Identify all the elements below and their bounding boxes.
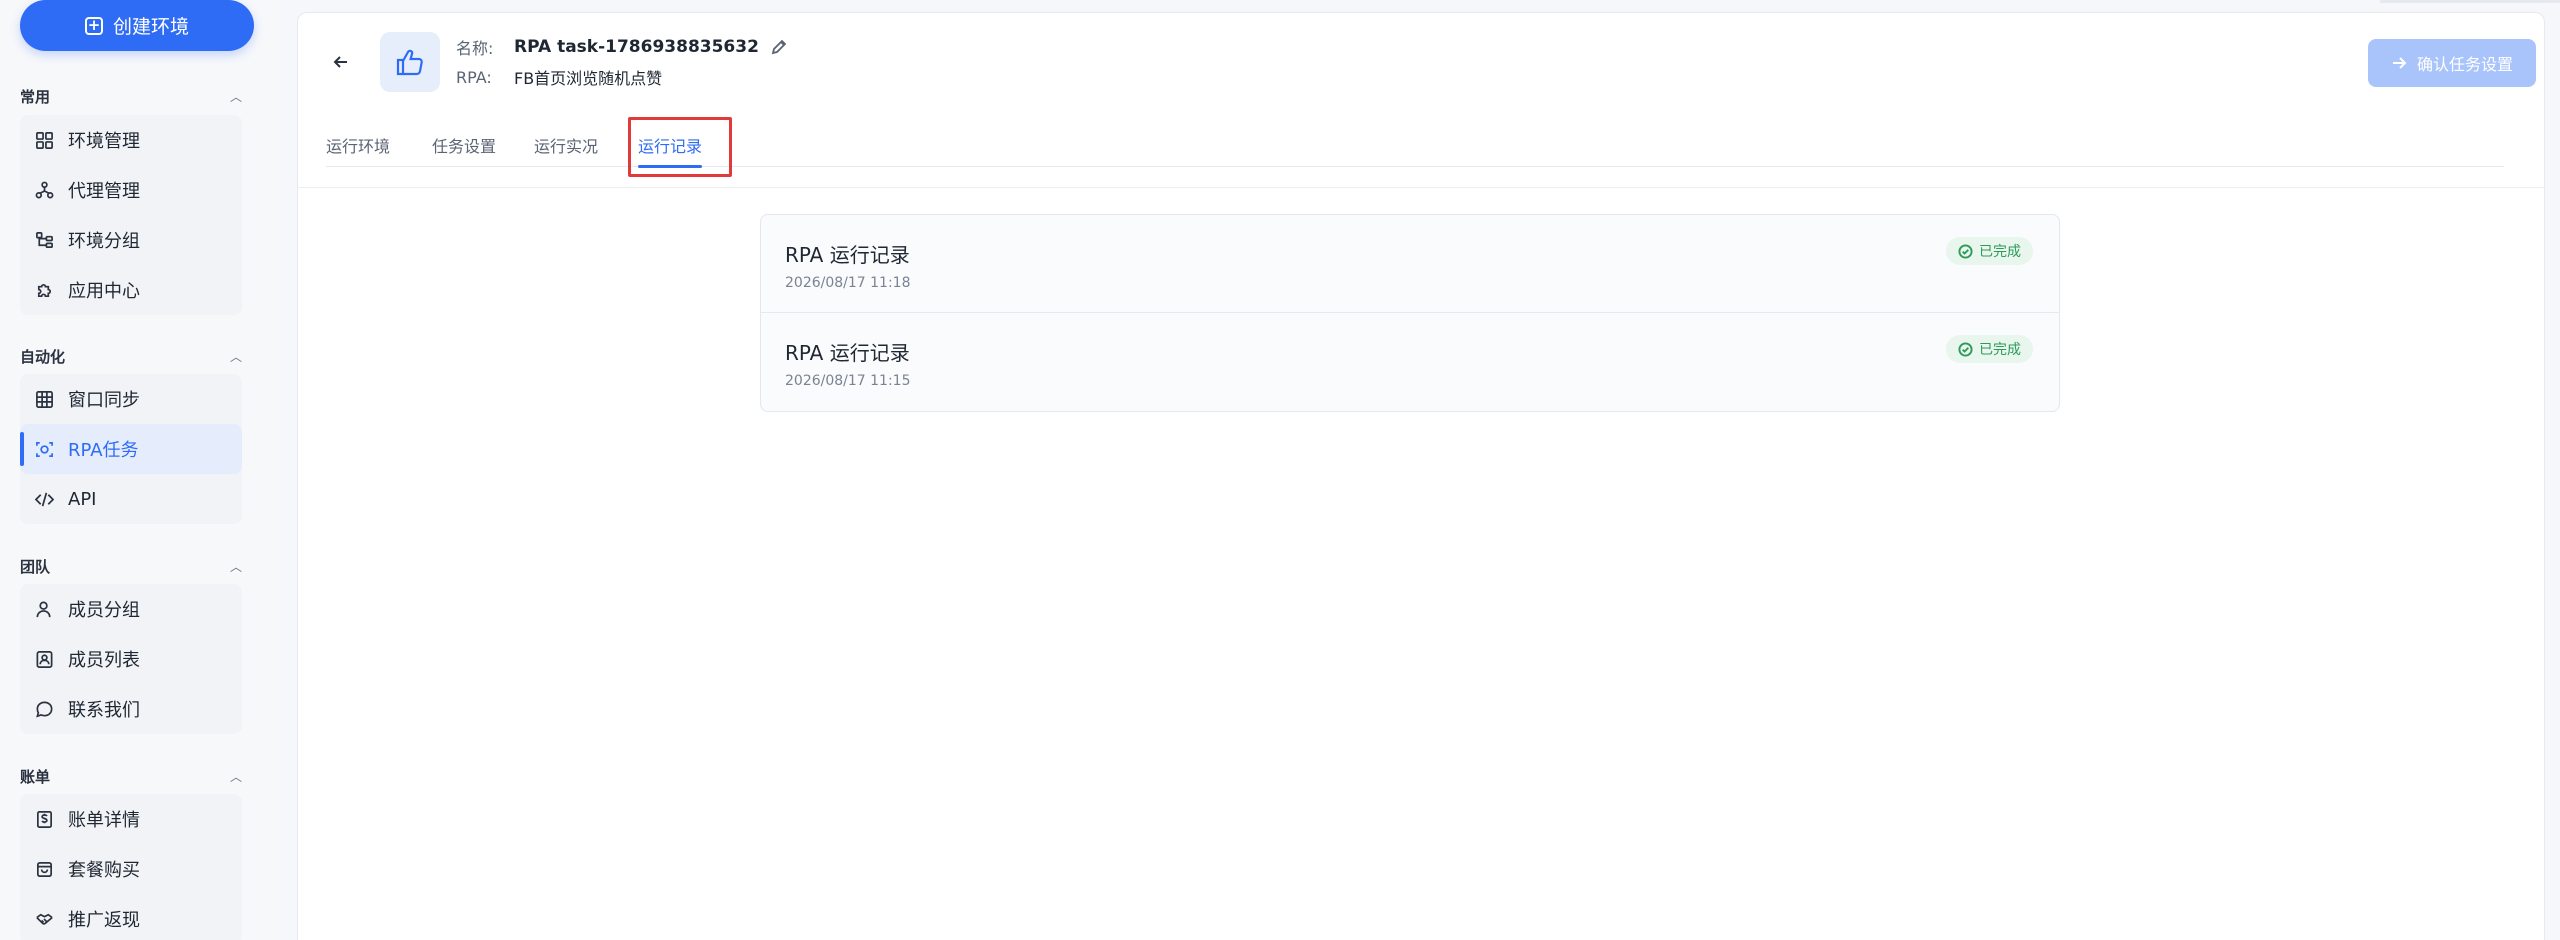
- handshake-icon: [34, 909, 54, 929]
- record-time: 2026/08/17 11:15: [785, 373, 911, 389]
- top-edge-strip: [2380, 0, 2560, 3]
- sidebar-item-plan-purchase[interactable]: 套餐购买: [20, 844, 242, 894]
- confirm-task-settings-button[interactable]: 确认任务设置: [2368, 39, 2536, 87]
- group-title-label: 团队: [20, 557, 51, 576]
- sidebar-item-rpa-tasks[interactable]: RPA任务: [20, 424, 242, 474]
- tab-label: 运行记录: [638, 137, 703, 156]
- record-title: RPA 运行记录: [785, 243, 910, 267]
- sidebar-item-label: 环境管理: [68, 131, 140, 152]
- status-label: 已完成: [1979, 244, 2021, 260]
- check-circle-icon: [1958, 341, 1973, 357]
- tree-icon: [34, 230, 54, 250]
- sidebar-item-label: 套餐购买: [68, 860, 140, 881]
- sidebar-item-contact-us[interactable]: 联系我们: [20, 684, 242, 734]
- tab-run-environment[interactable]: 运行环境: [326, 125, 390, 167]
- sidebar-item-label: 成员分组: [68, 600, 140, 621]
- chevron-up-icon: ︿: [229, 349, 242, 364]
- sidebar-item-label: 窗口同步: [68, 390, 140, 411]
- sidebar-item-app-center[interactable]: 应用中心: [20, 265, 242, 315]
- create-environment-button[interactable]: + 创建环境: [20, 0, 254, 51]
- chevron-up-icon: ︿: [229, 559, 242, 574]
- code-icon: [34, 489, 54, 509]
- sidebar-item-label: 推广返现: [68, 910, 140, 931]
- back-button[interactable]: [330, 51, 352, 73]
- group-title-team[interactable]: 团队 ︿: [20, 555, 242, 577]
- run-records-list: RPA 运行记录 2026/08/17 11:18 已完成 RPA 运行记录 2…: [760, 214, 2060, 412]
- nav-group-team: 成员分组 成员列表 联系我们: [20, 584, 242, 734]
- list-item[interactable]: RPA 运行记录 2026/08/17 11:15 已完成: [761, 313, 2059, 411]
- list-item[interactable]: RPA 运行记录 2026/08/17 11:18 已完成: [761, 215, 2059, 313]
- status-label: 已完成: [1979, 342, 2021, 358]
- sidebar-item-label: RPA任务: [68, 440, 139, 461]
- task-rpa-label: RPA:: [456, 67, 492, 87]
- sidebar: + 创建环境 常用 ︿ 环境管理 代理管理 环境分组 应用中心 自动化 ︿ 窗口…: [0, 0, 280, 940]
- rpa-icon: [34, 439, 54, 459]
- sidebar-item-label: 联系我们: [68, 700, 140, 721]
- group-title-common[interactable]: 常用 ︿: [20, 85, 242, 107]
- task-rpa-row: RPA: FB首页浏览随机点赞: [456, 65, 662, 89]
- create-environment-label: 创建环境: [112, 16, 189, 38]
- sidebar-item-member-groups[interactable]: 成员分组: [20, 584, 242, 634]
- bag-icon: [34, 859, 54, 879]
- chat-icon: [34, 699, 54, 719]
- tab-label: 运行实况: [534, 137, 599, 156]
- tab-label: 任务设置: [432, 137, 497, 156]
- rpa-app-tile: [380, 32, 440, 92]
- sidebar-item-label: 环境分组: [68, 231, 140, 252]
- group-title-label: 自动化: [20, 347, 66, 366]
- arrow-left-icon: [333, 56, 347, 68]
- grid-icon: [34, 130, 54, 150]
- sidebar-item-label: 账单详情: [68, 810, 140, 831]
- task-rpa-value: FB首页浏览随机点赞: [514, 69, 663, 88]
- user-card-icon: [34, 649, 54, 669]
- record-title: RPA 运行记录: [785, 341, 910, 365]
- sidebar-item-label: 应用中心: [68, 281, 140, 302]
- arrow-right-icon: [2392, 57, 2407, 69]
- task-name-row: 名称: RPA task-1786938835632: [456, 35, 787, 59]
- sidebar-item-referral-cashback[interactable]: 推广返现: [20, 894, 242, 940]
- chevron-up-icon: ︿: [229, 89, 242, 104]
- confirm-task-settings-label: 确认任务设置: [2416, 55, 2513, 74]
- task-name-value: RPA task-1786938835632: [514, 37, 759, 57]
- nav-group-common: 环境管理 代理管理 环境分组 应用中心: [20, 115, 242, 315]
- sidebar-item-bill-details[interactable]: 账单详情: [20, 794, 242, 844]
- task-name-label: 名称:: [456, 39, 494, 58]
- puzzle-icon: [34, 280, 54, 300]
- check-circle-icon: [1958, 243, 1973, 259]
- group-title-billing[interactable]: 账单 ︿: [20, 765, 242, 787]
- sidebar-item-label: 代理管理: [68, 181, 140, 202]
- status-badge: 已完成: [1946, 335, 2033, 363]
- header-divider: [298, 187, 2544, 188]
- sidebar-item-label: 成员列表: [68, 650, 140, 671]
- record-time: 2026/08/17 11:18: [785, 275, 911, 291]
- sidebar-item-label: API: [68, 488, 97, 510]
- bill-icon: [34, 809, 54, 829]
- tab-task-settings[interactable]: 任务设置: [432, 125, 496, 167]
- window-grid-icon: [34, 389, 54, 409]
- edit-icon[interactable]: [771, 39, 787, 55]
- sidebar-item-member-list[interactable]: 成员列表: [20, 634, 242, 684]
- nav-group-automation: 窗口同步 RPA任务 API: [20, 374, 242, 524]
- tab-label: 运行环境: [326, 137, 391, 156]
- nav-group-billing: 账单详情 套餐购买 推广返现: [20, 794, 242, 940]
- user-icon: [34, 599, 54, 619]
- sidebar-item-environment-management[interactable]: 环境管理: [20, 115, 242, 165]
- tab-run-records[interactable]: 运行记录: [638, 125, 703, 168]
- network-icon: [34, 180, 54, 200]
- group-title-automation[interactable]: 自动化 ︿: [20, 345, 242, 367]
- sidebar-item-environment-groups[interactable]: 环境分组: [20, 215, 242, 265]
- task-tabs: 运行环境 任务设置 运行实况 运行记录: [326, 125, 2504, 168]
- sidebar-item-api[interactable]: API: [20, 474, 242, 524]
- sidebar-item-window-sync[interactable]: 窗口同步: [20, 374, 242, 424]
- tab-live-run[interactable]: 运行实况: [534, 125, 598, 167]
- status-badge: 已完成: [1946, 237, 2033, 265]
- thumbs-up-icon: [396, 49, 423, 76]
- sidebar-item-proxy-management[interactable]: 代理管理: [20, 165, 242, 215]
- plus-icon: +: [84, 16, 103, 35]
- main-panel: 名称: RPA task-1786938835632 RPA: FB首页浏览随机…: [297, 12, 2545, 940]
- group-title-label: 常用: [20, 87, 51, 106]
- chevron-up-icon: ︿: [229, 769, 242, 784]
- group-title-label: 账单: [20, 767, 51, 786]
